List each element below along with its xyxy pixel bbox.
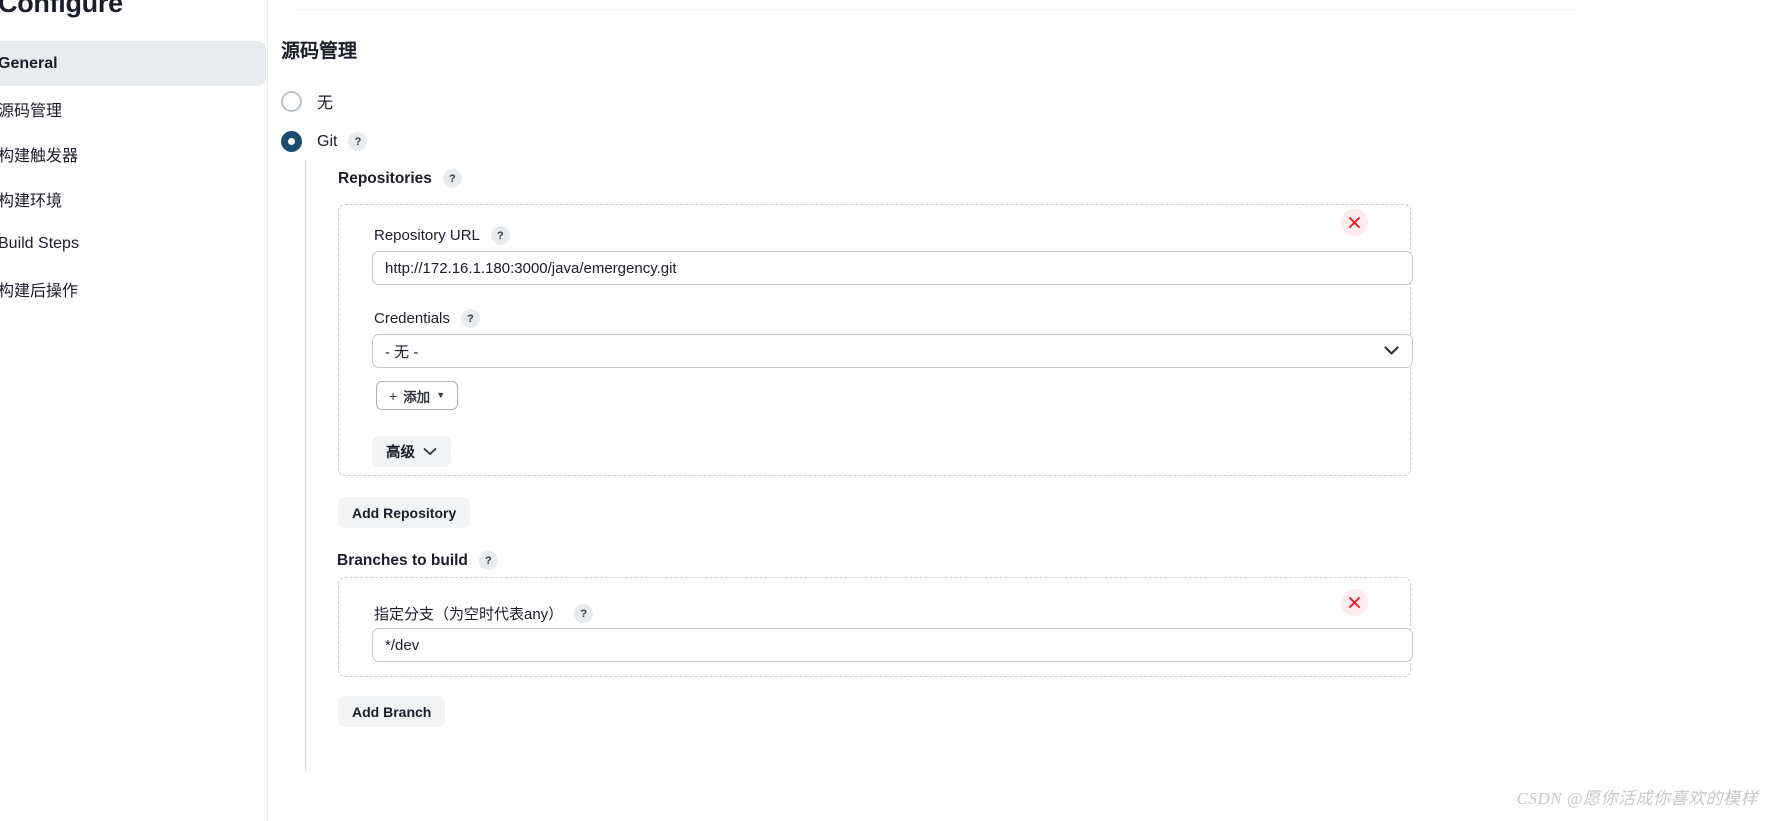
help-icon-repository-url[interactable]: ?: [490, 226, 510, 245]
sidebar-item-label: 构建环境: [0, 192, 63, 210]
credentials-label-row: Credentials ?: [374, 309, 480, 328]
repository-url-label-row: Repository URL ?: [374, 226, 510, 245]
add-credentials-button[interactable]: + 添加 ▼: [376, 381, 459, 410]
sidebar-item-post-build-actions[interactable]: 构建后操作: [0, 266, 266, 311]
delete-branch-button[interactable]: [1341, 589, 1368, 616]
add-credentials-label: 添加: [403, 389, 431, 405]
repositories-label: Repositories: [338, 169, 432, 187]
credentials-selected-value: - 无 -: [385, 343, 419, 361]
close-icon: [1349, 217, 1360, 228]
help-icon-credentials[interactable]: ?: [460, 309, 480, 328]
top-divider: [296, 9, 1573, 10]
advanced-label: 高级: [386, 445, 415, 461]
plus-icon: +: [389, 387, 398, 404]
help-icon-git[interactable]: ?: [348, 132, 368, 151]
radio-none-icon[interactable]: [281, 90, 302, 112]
sidebar-nav: General 源码管理 构建触发器 构建环境 Build Steps 构建后操…: [0, 41, 266, 311]
repositories-label-row: Repositories ?: [338, 169, 462, 188]
add-repository-button[interactable]: Add Repository: [338, 497, 471, 528]
branches-label: Branches to build: [337, 551, 468, 569]
sidebar-item-label: General: [0, 54, 58, 72]
app-root: Configure General 源码管理 构建触发器 构建环境 Build …: [0, 0, 1776, 821]
delete-repository-button[interactable]: [1341, 209, 1368, 236]
sidebar-item-label: 构建后操作: [0, 282, 79, 300]
credentials-select[interactable]: - 无 -: [372, 334, 1413, 368]
sidebar-item-general[interactable]: General: [0, 41, 266, 86]
main-content: 源码管理 无 Git ? Repositories ? Repository U…: [269, 0, 1776, 821]
close-icon: [1349, 597, 1360, 608]
advanced-toggle-button[interactable]: 高级: [372, 436, 451, 467]
scm-option-none[interactable]: 无: [281, 89, 333, 113]
sidebar-item-label: 源码管理: [0, 102, 63, 120]
repository-url-input[interactable]: [372, 251, 1413, 285]
scm-option-none-label: 无: [317, 95, 334, 112]
sidebar-item-build-environment[interactable]: 构建环境: [0, 176, 266, 221]
page-title: Configure: [0, 0, 123, 18]
watermark: CSDN @愿你活成你喜欢的模样: [1516, 789, 1758, 808]
caret-down-icon: ▼: [436, 390, 446, 400]
branch-spec-input[interactable]: [372, 628, 1413, 662]
help-icon-branch-spec[interactable]: ?: [574, 604, 594, 623]
sidebar: Configure General 源码管理 构建触发器 构建环境 Build …: [0, 0, 268, 821]
scm-option-git-label: Git: [317, 132, 338, 150]
section-guide-line: [305, 160, 306, 772]
help-icon-repositories[interactable]: ?: [442, 169, 462, 188]
sidebar-item-scm[interactable]: 源码管理: [0, 86, 266, 131]
section-title: 源码管理: [281, 41, 358, 62]
add-branch-button[interactable]: Add Branch: [338, 696, 446, 727]
help-icon-branches[interactable]: ?: [478, 551, 498, 570]
branches-label-row: Branches to build ?: [337, 551, 498, 570]
sidebar-item-build-triggers[interactable]: 构建触发器: [0, 131, 266, 176]
radio-git-selected-icon[interactable]: [281, 131, 302, 152]
sidebar-item-build-steps[interactable]: Build Steps: [0, 221, 266, 266]
repository-url-label: Repository URL: [374, 227, 480, 244]
credentials-label: Credentials: [374, 310, 450, 327]
branch-spec-label-row: 指定分支（为空时代表any） ?: [374, 603, 594, 624]
branch-panel: [338, 577, 1411, 677]
add-branch-label: Add Branch: [352, 703, 432, 720]
chevron-down-icon: [1384, 343, 1399, 360]
add-repository-label: Add Repository: [352, 504, 457, 521]
chevron-down-icon: [423, 447, 437, 456]
sidebar-item-label: 构建触发器: [0, 147, 79, 165]
branch-spec-label: 指定分支（为空时代表any）: [374, 606, 564, 623]
sidebar-item-label: Build Steps: [0, 234, 79, 252]
scm-option-git[interactable]: Git ?: [281, 131, 368, 152]
